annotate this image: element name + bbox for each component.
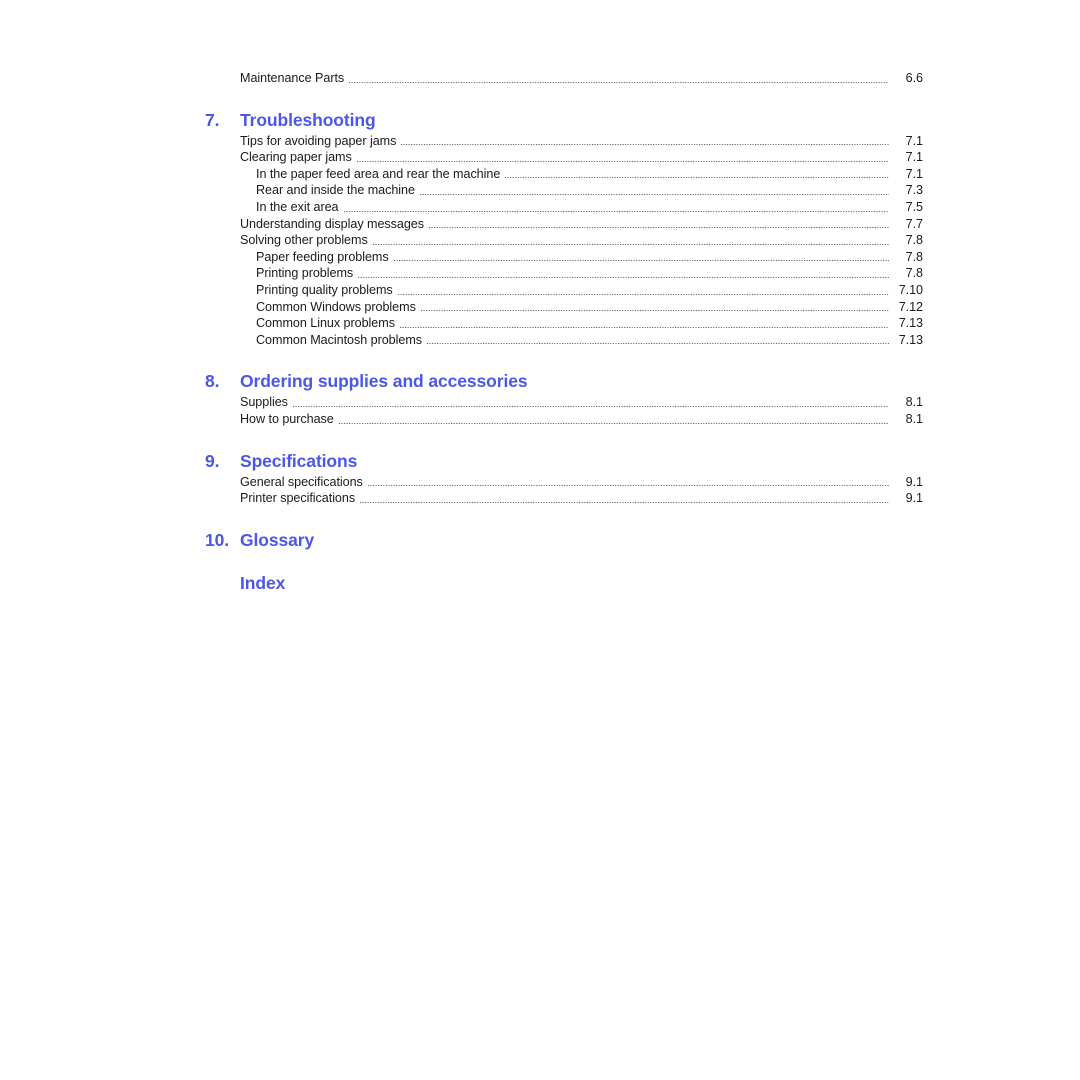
dot-leader bbox=[292, 397, 889, 410]
dot-leader bbox=[419, 185, 889, 198]
toc-entry-page-number: 7.8 bbox=[905, 249, 923, 264]
toc-entry[interactable]: Tips for avoiding paper jams 7.1 bbox=[205, 133, 923, 150]
orphan-entries-group: Maintenance Parts 6.6 bbox=[205, 70, 923, 87]
chapter-block: 7. Troubleshooting Tips for avoiding paper… bbox=[205, 110, 923, 349]
toc-entry[interactable]: General specifications 9.1 bbox=[205, 474, 923, 491]
toc-entry[interactable]: Printing quality problems 7.10 bbox=[205, 282, 923, 299]
dot-leader bbox=[356, 152, 889, 165]
chapter-heading[interactable]: 10. Glossary bbox=[205, 530, 923, 550]
chapter-number: 9. bbox=[205, 450, 220, 471]
chapter-number: 10. bbox=[205, 529, 230, 550]
chapter-title: Glossary bbox=[240, 529, 315, 550]
dot-leader bbox=[393, 251, 889, 264]
toc-entry-page-number: 7.13 bbox=[898, 332, 923, 347]
dot-leader bbox=[427, 334, 889, 347]
toc-entry-page-number: 9.1 bbox=[905, 491, 923, 506]
toc-entry[interactable]: Printer specifications 9.1 bbox=[205, 490, 923, 507]
toc-entry[interactable]: Rear and inside the machine 7.3 bbox=[205, 182, 923, 199]
chapter-title: Specifications bbox=[240, 450, 358, 471]
toc-entry[interactable]: Understanding display messages 7.7 bbox=[205, 216, 923, 233]
toc-entry-page-number: 7.12 bbox=[898, 299, 923, 314]
dot-leader bbox=[338, 414, 889, 427]
toc-entry[interactable]: In the exit area 7.5 bbox=[205, 199, 923, 216]
toc-entry-page-number: 8.1 bbox=[905, 395, 923, 410]
toc-entry-label: Rear and inside the machine bbox=[256, 183, 415, 198]
chapter-title: Ordering supplies and accessories bbox=[240, 371, 528, 392]
toc-entry-label: Supplies bbox=[240, 395, 288, 410]
toc-entry-label: Printing quality problems bbox=[256, 282, 393, 297]
toc-entry[interactable]: Clearing paper jams 7.1 bbox=[205, 149, 923, 166]
dot-leader bbox=[349, 73, 889, 86]
chapter-title: Troubleshooting bbox=[240, 109, 376, 130]
chapter-entries: General specifications 9.1 Printer specifi… bbox=[205, 474, 923, 507]
toc-entry[interactable]: Solving other problems 7.8 bbox=[205, 232, 923, 249]
toc-entry-page-number: 7.5 bbox=[905, 199, 923, 214]
toc-entry-label: Paper feeding problems bbox=[256, 249, 389, 264]
chapter-entries: Supplies 8.1 How to purchase 8.1 bbox=[205, 394, 923, 427]
toc-entry[interactable]: Common Linux problems 7.13 bbox=[205, 315, 923, 332]
toc-entry-page-number: 7.10 bbox=[898, 282, 923, 297]
toc-entry[interactable]: Common Macintosh problems 7.13 bbox=[205, 332, 923, 349]
chapter-heading[interactable]: Index bbox=[205, 573, 923, 593]
toc-entry-page-number: 7.7 bbox=[905, 216, 923, 231]
chapter-block: Index bbox=[205, 573, 923, 593]
chapter-block: 10. Glossary bbox=[205, 530, 923, 550]
toc-entry-page-number: 7.8 bbox=[905, 233, 923, 248]
toc-entry[interactable]: Common Windows problems 7.12 bbox=[205, 299, 923, 316]
toc-entry-label: Common Windows problems bbox=[256, 299, 416, 314]
toc-entry-page-number: 9.1 bbox=[905, 474, 923, 489]
chapter-list: 7. Troubleshooting Tips for avoiding paper… bbox=[205, 110, 923, 593]
chapter-block: 8. Ordering supplies and accessories Suppl… bbox=[205, 371, 923, 427]
toc-entry-page-number: 7.1 bbox=[905, 133, 923, 148]
toc-entry-page-number: 6.6 bbox=[905, 71, 923, 85]
chapter-heading[interactable]: 7. Troubleshooting bbox=[205, 110, 923, 130]
toc-entry-label: Solving other problems bbox=[240, 233, 368, 248]
chapter-title: Index bbox=[240, 572, 286, 593]
dot-leader bbox=[360, 493, 889, 506]
toc-entry-label: Common Linux problems bbox=[256, 316, 395, 331]
toc-entry-page-number: 7.1 bbox=[905, 150, 923, 165]
toc-entry-page-number: 8.1 bbox=[905, 411, 923, 426]
toc-entry[interactable]: Paper feeding problems 7.8 bbox=[205, 249, 923, 266]
toc-entry[interactable]: Maintenance Parts 6.6 bbox=[205, 70, 923, 87]
toc-entry-label: Clearing paper jams bbox=[240, 150, 352, 165]
toc-entry-label: In the exit area bbox=[256, 199, 339, 214]
toc-entry-page-number: 7.8 bbox=[905, 266, 923, 281]
toc-entry-label: Maintenance Parts bbox=[240, 71, 345, 85]
document-page: Maintenance Parts 6.6 7. Troubleshooting Ti… bbox=[0, 0, 1080, 1080]
toc-entry-label: Tips for avoiding paper jams bbox=[240, 133, 397, 148]
toc-entry-label: Understanding display messages bbox=[240, 216, 425, 231]
toc-entry-label: How to purchase bbox=[240, 411, 334, 426]
dot-leader bbox=[367, 476, 889, 489]
chapter-heading[interactable]: 9. Specifications bbox=[205, 451, 923, 471]
dot-leader bbox=[397, 285, 889, 298]
chapter-number: 8. bbox=[205, 371, 220, 392]
dot-leader bbox=[505, 168, 889, 181]
dot-leader bbox=[399, 318, 889, 331]
toc-entry[interactable]: Printing problems 7.8 bbox=[205, 265, 923, 282]
toc-entry[interactable]: How to purchase 8.1 bbox=[205, 411, 923, 428]
dot-leader bbox=[372, 235, 889, 248]
dot-leader bbox=[420, 301, 889, 314]
toc-entry-label: Printing problems bbox=[256, 266, 354, 281]
toc-entry-label: Printer specifications bbox=[240, 491, 356, 506]
toc-entry-label: In the paper feed area and rear the mach… bbox=[256, 166, 501, 181]
toc-entry-label: General specifications bbox=[240, 474, 363, 489]
toc-entry[interactable]: Supplies 8.1 bbox=[205, 394, 923, 411]
toc-entry-page-number: 7.13 bbox=[898, 316, 923, 331]
dot-leader bbox=[429, 218, 889, 231]
dot-leader bbox=[343, 202, 889, 215]
dot-leader bbox=[358, 268, 889, 281]
toc-entry-label: Common Macintosh problems bbox=[256, 332, 423, 347]
toc-entry[interactable]: In the paper feed area and rear the mach… bbox=[205, 166, 923, 183]
chapter-entries: Tips for avoiding paper jams 7.1 Clearing … bbox=[205, 133, 923, 349]
toc-entry-page-number: 7.3 bbox=[905, 183, 923, 198]
table-of-contents: Maintenance Parts 6.6 7. Troubleshooting Ti… bbox=[205, 70, 923, 593]
dot-leader bbox=[401, 135, 889, 148]
chapter-number: 7. bbox=[205, 109, 220, 130]
chapter-block: 9. Specifications General specifications 9.… bbox=[205, 451, 923, 507]
toc-entry-page-number: 7.1 bbox=[905, 166, 923, 181]
chapter-heading[interactable]: 8. Ordering supplies and accessories bbox=[205, 371, 923, 391]
